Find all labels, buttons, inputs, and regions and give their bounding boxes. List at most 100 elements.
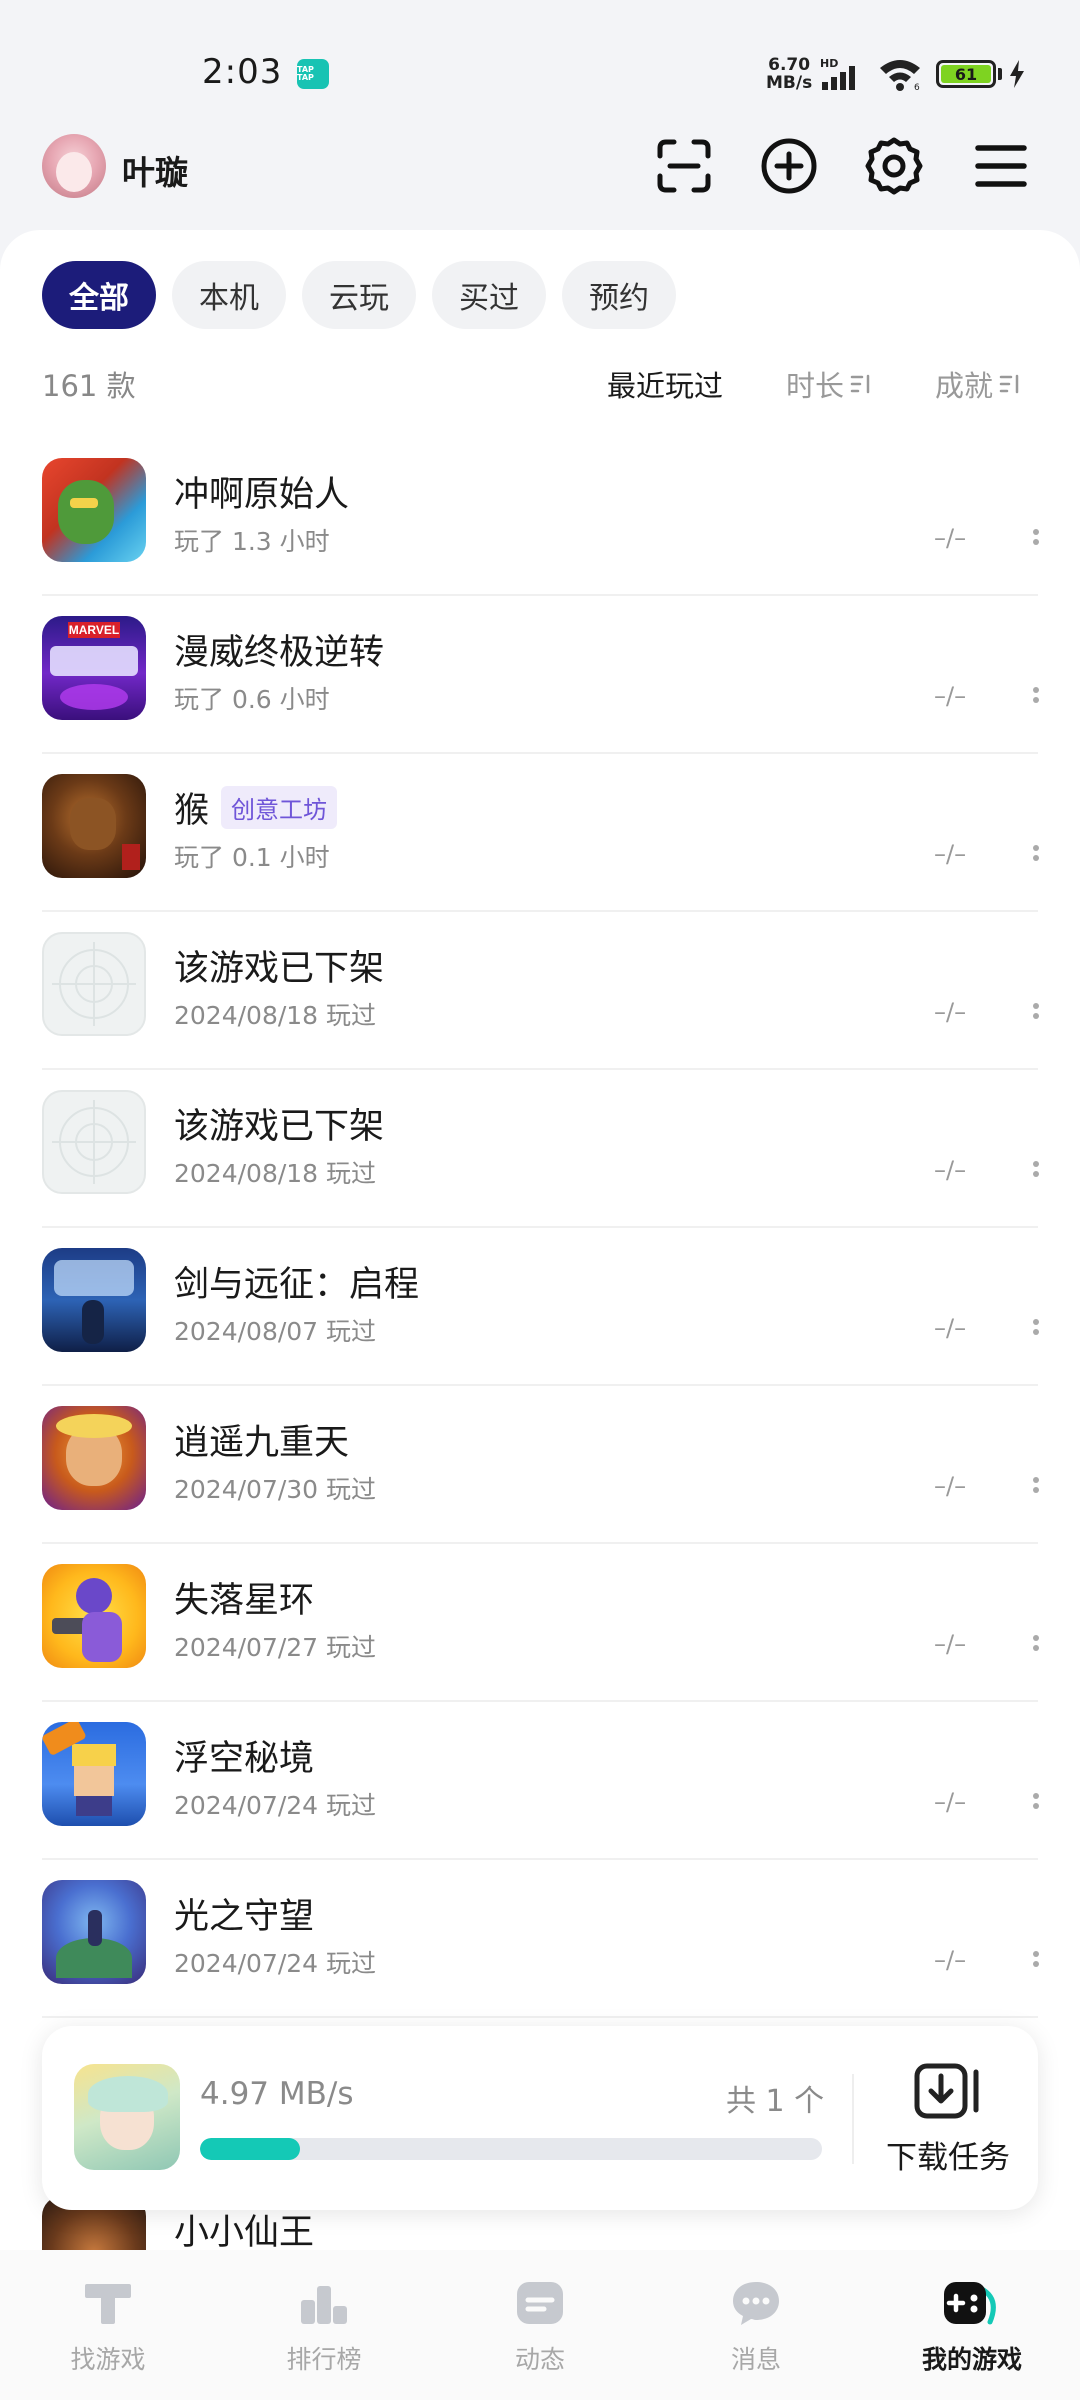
game-list: 冲啊原始人 玩了 1.3 小时 –/– MARVEL 漫威终极逆转 玩了 0.6… <box>0 438 1080 2250</box>
network-speed: 6.70 MB/s <box>766 56 812 92</box>
sort-icon <box>999 374 1019 394</box>
placeholder-game-icon <box>42 932 146 1036</box>
game-achievement: –/– <box>934 1788 967 1816</box>
game-icon-monkey <box>42 774 146 878</box>
nav-my-games[interactable]: 我的游戏 <box>864 2250 1080 2400</box>
svg-text:6: 6 <box>914 83 920 92</box>
more-icon[interactable] <box>1030 1466 1042 1506</box>
game-achievement: –/– <box>934 840 967 868</box>
game-row[interactable]: 失落星环 2024/07/27 玩过 –/– <box>0 1544 1080 1702</box>
game-title: 小小仙王 <box>174 2213 315 2250</box>
game-row[interactable]: 该游戏已下架 2024/08/18 玩过 –/– <box>0 1070 1080 1228</box>
game-row[interactable]: 该游戏已下架 2024/08/18 玩过 –/– <box>0 912 1080 1070</box>
game-icon-sword-expedition <box>42 1248 146 1352</box>
more-icon[interactable] <box>1030 1624 1042 1664</box>
workshop-tag: 创意工坊 <box>221 786 338 829</box>
nav-feed[interactable]: 动态 <box>432 2250 648 2400</box>
game-playtime: 玩了 0.1 小时 <box>174 843 330 872</box>
filter-purchased[interactable]: 买过 <box>432 261 546 329</box>
game-played-date: 2024/08/07 玩过 <box>174 1317 377 1346</box>
filter-local[interactable]: 本机 <box>172 261 286 329</box>
nav-rankings[interactable]: 排行榜 <box>216 2250 432 2400</box>
avatar[interactable] <box>42 134 106 198</box>
sort-achievement-label: 成就 <box>935 369 994 403</box>
game-title-row: 浮空秘境 <box>174 1730 314 1781</box>
network-speed-value: 6.70 <box>768 55 811 75</box>
cellular-signal-icon: HD <box>820 57 855 90</box>
add-button[interactable] <box>757 134 821 198</box>
nav-messages[interactable]: 消息 <box>648 2250 864 2400</box>
game-title: 该游戏已下架 <box>174 1107 385 1147</box>
more-icon[interactable] <box>1030 1782 1042 1822</box>
username[interactable]: 叶璇 <box>122 146 188 194</box>
filter-all[interactable]: 全部 <box>42 261 156 329</box>
game-title: 剑与远征：启程 <box>174 1265 420 1305</box>
game-title: 光之守望 <box>174 1897 315 1937</box>
download-card[interactable]: 4.97 MB/s 共 1 个 下载任务 <box>42 2026 1038 2210</box>
taptap-notification-icon: TAP TAP <box>297 59 329 89</box>
battery-tip <box>998 68 1002 80</box>
game-achievement: –/– <box>934 524 967 552</box>
game-title-row: 剑与远征：启程 <box>174 1256 419 1307</box>
more-icon[interactable] <box>1030 518 1042 558</box>
game-achievement: –/– <box>934 1156 967 1184</box>
rankings-icon <box>301 2286 347 2324</box>
settings-button[interactable] <box>862 134 926 198</box>
more-icon[interactable] <box>1030 1150 1042 1190</box>
wifi-icon: 6 <box>880 60 920 92</box>
find-games-icon <box>85 2284 131 2324</box>
charging-icon <box>1010 60 1024 88</box>
more-icon[interactable] <box>1030 676 1042 716</box>
game-title: 冲啊原始人 <box>174 475 350 515</box>
game-title: 漫威终极逆转 <box>174 633 385 673</box>
sort-achievement[interactable]: 成就 <box>935 363 1021 405</box>
game-row[interactable]: 冲啊原始人 玩了 1.3 小时 –/– <box>0 438 1080 596</box>
games-sheet: 全部 本机 云玩 买过 预约 161 款 最近玩过 时长 成就 冲啊原始人 玩了… <box>0 230 1080 2250</box>
game-played-date: 2024/07/24 玩过 <box>174 1949 377 1978</box>
scan-icon <box>657 139 711 193</box>
sort-recent[interactable]: 最近玩过 <box>607 363 723 405</box>
game-played-date: 2024/08/18 玩过 <box>174 1159 377 1188</box>
downloading-game-icon <box>74 2064 180 2170</box>
sort-recent-label: 最近玩过 <box>607 369 724 403</box>
more-icon[interactable] <box>1030 1940 1042 1980</box>
game-title-row: 冲啊原始人 <box>174 466 349 517</box>
download-tasks-button[interactable]: 下载任务 <box>878 2062 1018 2177</box>
game-row[interactable]: 剑与远征：启程 2024/08/07 玩过 –/– <box>0 1228 1080 1386</box>
game-playtime: 玩了 1.3 小时 <box>174 527 330 556</box>
more-icon[interactable] <box>1030 1308 1042 1348</box>
game-title-row: 该游戏已下架 <box>174 940 384 991</box>
game-playtime: 玩了 0.6 小时 <box>174 685 330 714</box>
more-icon[interactable] <box>1030 834 1042 874</box>
filter-reserved[interactable]: 预约 <box>562 261 676 329</box>
game-title-row: 该游戏已下架 <box>174 1098 384 1149</box>
game-icon-marvel: MARVEL <box>42 616 146 720</box>
game-row[interactable]: 逍遥九重天 2024/07/30 玩过 –/– <box>0 1386 1080 1544</box>
divider <box>852 2074 854 2164</box>
chat-bubble-icon <box>733 2282 779 2325</box>
game-achievement: –/– <box>934 998 967 1026</box>
game-title: 该游戏已下架 <box>174 949 385 989</box>
game-played-date: 2024/08/18 玩过 <box>174 1001 377 1030</box>
nav-find-games[interactable]: 找游戏 <box>0 2250 216 2400</box>
scan-button[interactable] <box>652 134 716 198</box>
nav-label: 消息 <box>730 2345 781 2374</box>
battery-level: 61 <box>941 65 991 84</box>
network-speed-unit: MB/s <box>766 73 813 93</box>
nav-label: 找游戏 <box>70 2345 146 2374</box>
download-total: 共 1 个 <box>726 2084 825 2119</box>
game-row[interactable]: 光之守望 2024/07/24 玩过 –/– <box>0 1860 1080 2018</box>
game-icon-lost-ring <box>42 1564 146 1668</box>
nav-label: 我的游戏 <box>921 2345 1022 2374</box>
svg-text:HD: HD <box>820 57 838 70</box>
battery-icon: 61 <box>936 60 996 88</box>
more-icon[interactable] <box>1030 992 1042 1032</box>
game-row[interactable]: 浮空秘境 2024/07/24 玩过 –/– <box>0 1702 1080 1860</box>
game-title-row: 漫威终极逆转 <box>174 624 384 675</box>
game-row[interactable]: MARVEL 漫威终极逆转 玩了 0.6 小时 –/– <box>0 596 1080 754</box>
feed-icon <box>517 2282 563 2324</box>
menu-button[interactable] <box>969 134 1033 198</box>
game-row[interactable]: 猴 创意工坊 玩了 0.1 小时 –/– <box>0 754 1080 912</box>
filter-cloud[interactable]: 云玩 <box>302 261 416 329</box>
sort-duration[interactable]: 时长 <box>786 363 872 405</box>
